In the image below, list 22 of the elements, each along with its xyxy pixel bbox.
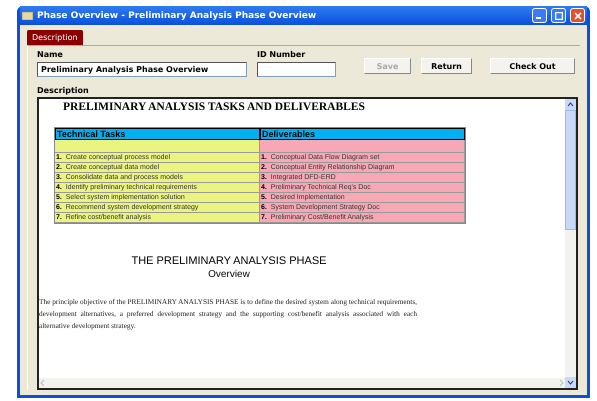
minimize-button[interactable] — [532, 8, 547, 23]
section-subtitle: Overview — [207, 269, 251, 280]
action-button[interactable]: Check Out — [490, 58, 575, 74]
tab[interactable]: Description — [27, 30, 83, 45]
action-button[interactable]: Return — [421, 58, 472, 74]
id-number-field[interactable] — [257, 62, 336, 77]
column-header: Technical Tasks — [55, 128, 260, 140]
folder-icon — [22, 11, 33, 20]
field-label: Name — [37, 50, 64, 59]
vertical-scrollbar[interactable] — [565, 99, 576, 388]
field-label: ID Number — [257, 50, 306, 59]
section-title: THE PRELIMINARY ANALYSIS PHASE — [130, 255, 328, 267]
maximize-button[interactable] — [551, 8, 566, 23]
column-header: Deliverables — [260, 128, 465, 140]
maximize-icon[interactable] — [554, 12, 562, 20]
name-field[interactable]: Preliminary Analysis Phase Overview — [37, 62, 247, 77]
close-button[interactable] — [570, 8, 585, 23]
scroll-thumb[interactable] — [565, 110, 576, 230]
window-title: Phase Overview - Preliminary Analysis Phase Overview — [37, 10, 318, 20]
document-heading: PRELIMINARY ANALYSIS TASKS AND DELIVERABLES — [63, 101, 366, 113]
description-label: Description — [37, 86, 90, 95]
close-icon[interactable] — [574, 12, 582, 20]
